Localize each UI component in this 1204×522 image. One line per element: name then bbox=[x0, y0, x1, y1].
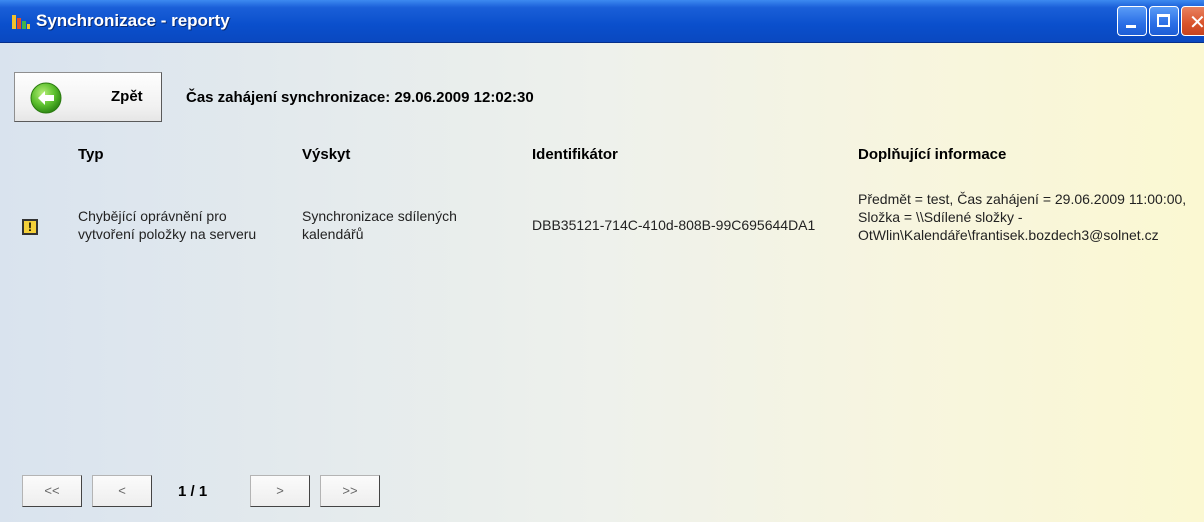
report-window: Synchronizace - reporty ✕ Zpět Čas zaháj… bbox=[0, 0, 1204, 522]
row-info: Předmět = test, Čas zahájení = 29.06.200… bbox=[858, 191, 1187, 243]
row-type: Chybějící oprávnění pro vytvoření položk… bbox=[78, 208, 257, 242]
previous-page-button[interactable]: < bbox=[92, 475, 152, 507]
row-occurrence: Synchronizace sdílených kalendářů bbox=[302, 208, 457, 242]
column-header-occurrence[interactable]: Výskyt bbox=[302, 146, 350, 163]
column-header-info[interactable]: Doplňující informace bbox=[858, 146, 1006, 163]
first-page-button[interactable]: << bbox=[22, 475, 82, 507]
back-button-label: Zpět bbox=[111, 88, 143, 105]
back-button[interactable]: Zpět bbox=[14, 72, 162, 122]
row-identifier: DBB35121-714C-410d-808B-99C695644DA1 bbox=[532, 217, 816, 233]
minimize-icon bbox=[1126, 25, 1136, 28]
minimize-button[interactable] bbox=[1117, 6, 1147, 36]
window-title: Synchronizace - reporty bbox=[36, 11, 230, 30]
title-bar[interactable]: Synchronizace - reporty ✕ bbox=[0, 0, 1204, 43]
chart-app-icon bbox=[12, 15, 30, 29]
column-header-type[interactable]: Typ bbox=[78, 146, 104, 163]
close-icon: ✕ bbox=[1189, 10, 1204, 34]
maximize-button[interactable] bbox=[1149, 6, 1179, 36]
last-page-button[interactable]: >> bbox=[320, 475, 380, 507]
warning-icon: ! bbox=[22, 219, 38, 235]
page-indicator: 1 / 1 bbox=[178, 483, 208, 500]
maximize-icon bbox=[1157, 14, 1170, 27]
column-header-identifier[interactable]: Identifikátor bbox=[532, 146, 618, 163]
close-button[interactable]: ✕ bbox=[1181, 6, 1204, 36]
back-arrow-icon bbox=[30, 82, 62, 114]
sync-start-time: Čas zahájení synchronizace: 29.06.2009 1… bbox=[186, 89, 534, 106]
next-page-button[interactable]: > bbox=[250, 475, 310, 507]
